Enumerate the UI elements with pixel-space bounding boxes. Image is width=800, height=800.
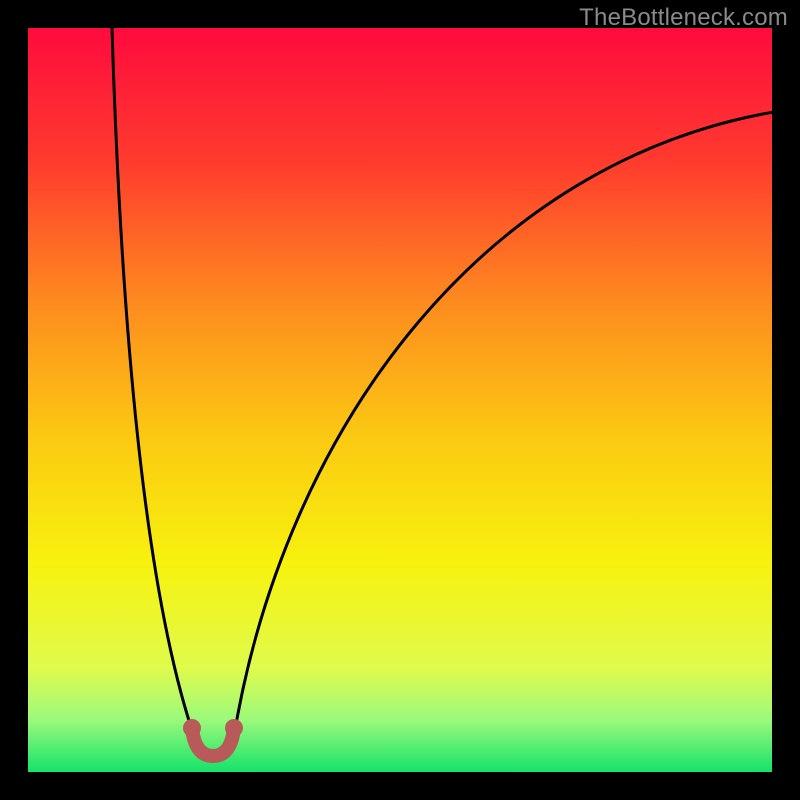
notch-dot-right bbox=[225, 719, 243, 737]
watermark-text: TheBottleneck.com bbox=[579, 4, 788, 32]
chart-container: { "watermark": "TheBottleneck.com", "fra… bbox=[0, 0, 800, 800]
plot-background bbox=[28, 28, 772, 772]
chart-svg bbox=[0, 0, 800, 800]
notch-dot-left bbox=[183, 719, 201, 737]
